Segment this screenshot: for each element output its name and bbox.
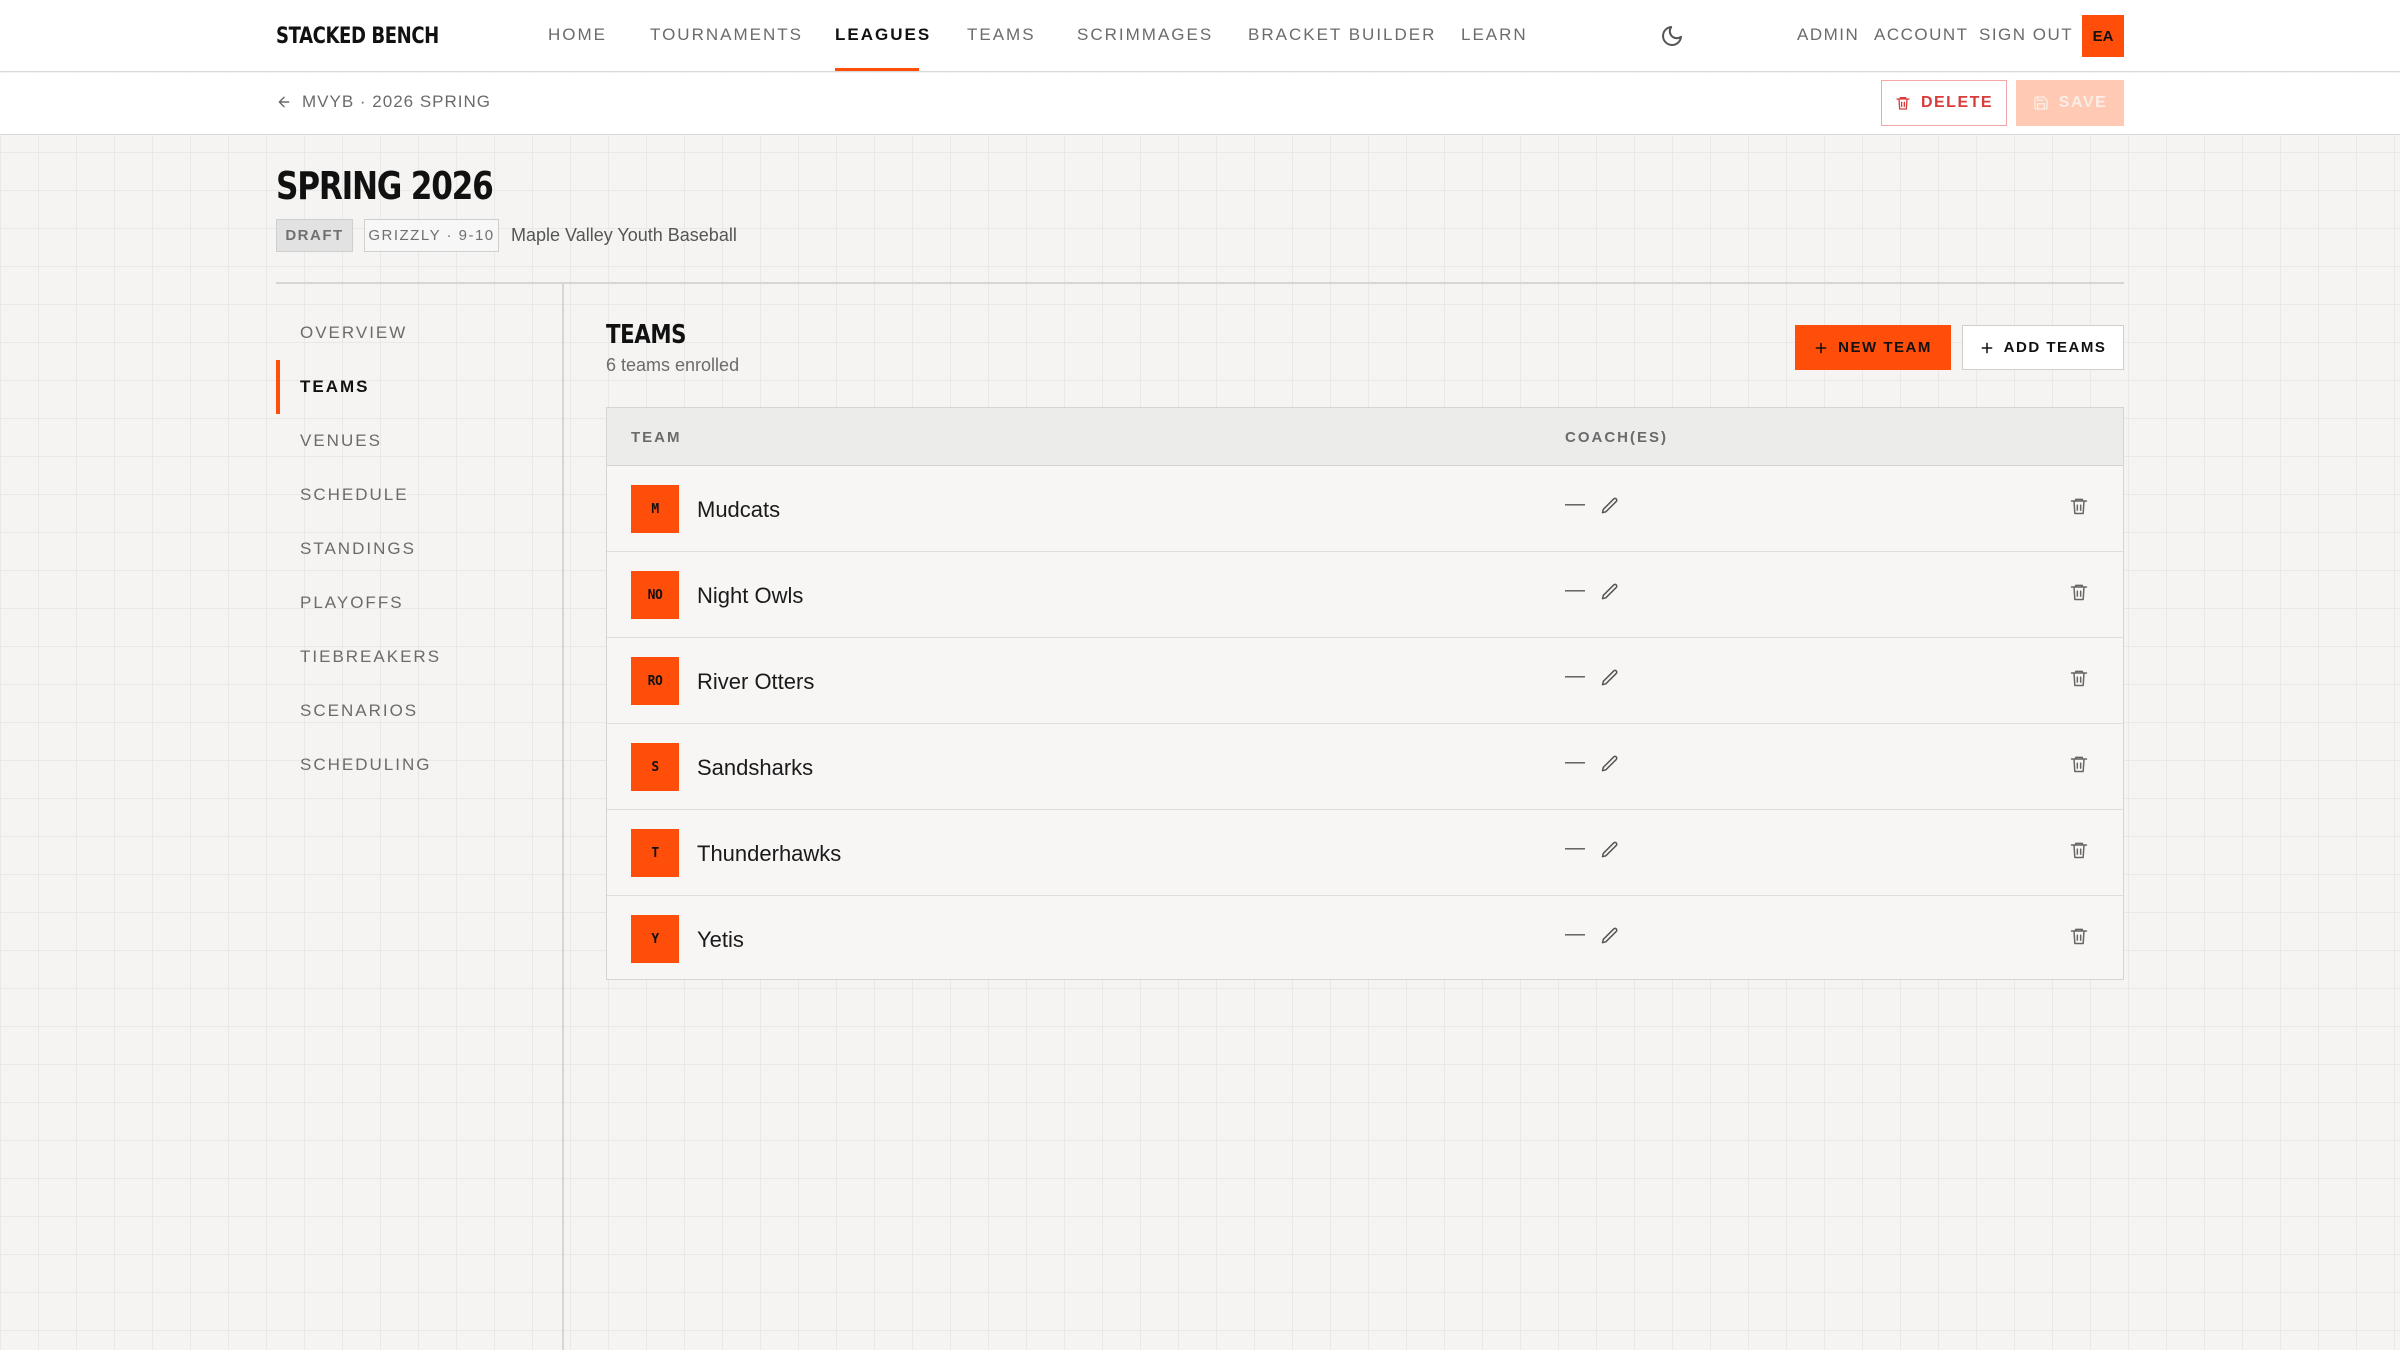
organization-name: Maple Valley Youth Baseball — [511, 225, 737, 245]
trash-icon[interactable] — [2069, 582, 2093, 606]
add-teams-button[interactable]: ADD TEAMS — [1962, 325, 2124, 370]
column-header-team: TEAM — [631, 429, 682, 446]
section-title: TEAMS — [606, 320, 687, 350]
nav-bracket-builder[interactable]: BRACKET BUILDER — [1248, 25, 1436, 45]
add-teams-label: ADD TEAMS — [2003, 339, 2107, 356]
coach-value: — — [1565, 837, 1585, 859]
teams-table: TEAM COACH(ES) M Mudcats — NO Night Owls… — [606, 407, 2124, 980]
delete-label: DELETE — [1920, 94, 1994, 111]
plus-icon — [1980, 341, 1994, 355]
save-icon — [2033, 95, 2049, 111]
table-row: S Sandsharks — — [607, 724, 2123, 810]
nav-leagues[interactable]: LEAGUES — [835, 25, 931, 45]
team-logo: NO — [631, 571, 679, 619]
header-divider — [276, 282, 2124, 284]
trash-icon — [1895, 95, 1911, 111]
sidebar-item-venues[interactable]: VENUES — [276, 414, 556, 468]
coach-value: — — [1565, 665, 1585, 687]
coach-value: — — [1565, 923, 1585, 945]
pencil-icon[interactable] — [1600, 496, 1624, 520]
breadcrumb-label: MVYB · 2026 SPRING — [302, 92, 492, 111]
status-badge: DRAFT — [276, 219, 353, 252]
team-logo: M — [631, 485, 679, 533]
table-row: NO Night Owls — — [607, 552, 2123, 638]
pencil-icon[interactable] — [1600, 668, 1624, 692]
sidebar-item-standings[interactable]: STANDINGS — [276, 522, 556, 576]
sidebar-item-playoffs[interactable]: PLAYOFFS — [276, 576, 556, 630]
sidebar-item-overview[interactable]: OVERVIEW — [276, 306, 556, 360]
team-name[interactable]: Yetis — [697, 927, 744, 953]
sidebar-item-teams[interactable]: TEAMS — [276, 360, 556, 414]
sidebar-item-scenarios[interactable]: SCENARIOS — [276, 684, 556, 738]
coach-value: — — [1565, 493, 1585, 515]
sidebar-divider — [562, 284, 564, 1350]
moon-icon[interactable] — [1660, 24, 1684, 48]
team-logo: T — [631, 829, 679, 877]
table-row: RO River Otters — — [607, 638, 2123, 724]
team-name[interactable]: Night Owls — [697, 583, 803, 609]
sidebar-item-tiebreakers[interactable]: TIEBREAKERS — [276, 630, 556, 684]
breadcrumb[interactable]: MVYB · 2026 SPRING — [276, 92, 491, 112]
save-button[interactable]: SAVE — [2016, 80, 2124, 126]
nav-account[interactable]: ACCOUNT — [1874, 25, 1969, 45]
table-row: M Mudcats — — [607, 466, 2123, 552]
column-header-coaches: COACH(ES) — [1565, 429, 1668, 446]
trash-icon[interactable] — [2069, 496, 2093, 520]
save-label: SAVE — [2058, 94, 2108, 111]
trash-icon[interactable] — [2069, 754, 2093, 778]
team-logo: RO — [631, 657, 679, 705]
table-row: T Thunderhawks — — [607, 810, 2123, 896]
coach-value: — — [1565, 751, 1585, 773]
team-name[interactable]: Mudcats — [697, 497, 780, 523]
brand-logo[interactable]: STACKED BENCH — [276, 24, 439, 49]
nav-teams[interactable]: TEAMS — [967, 25, 1036, 45]
delete-button[interactable]: DELETE — [1881, 80, 2007, 126]
avatar[interactable]: EA — [2082, 15, 2124, 57]
team-name[interactable]: Sandsharks — [697, 755, 813, 781]
coach-value: — — [1565, 579, 1585, 601]
page-title: SPRING 2026 — [276, 164, 494, 208]
table-row: Y Yetis — — [607, 896, 2123, 982]
team-name[interactable]: River Otters — [697, 669, 814, 695]
arrow-left-icon — [276, 94, 292, 110]
division-badge: GRIZZLY · 9-10 — [364, 219, 499, 252]
pencil-icon[interactable] — [1600, 582, 1624, 606]
team-logo: S — [631, 743, 679, 791]
active-nav-indicator — [835, 68, 919, 71]
trash-icon[interactable] — [2069, 668, 2093, 692]
team-name[interactable]: Thunderhawks — [697, 841, 841, 867]
new-team-button[interactable]: NEW TEAM — [1795, 325, 1951, 370]
new-team-label: NEW TEAM — [1838, 339, 1932, 356]
top-navigation: STACKED BENCH HOME TOURNAMENTS LEAGUES T… — [0, 0, 2400, 72]
nav-tournaments[interactable]: TOURNAMENTS — [650, 25, 803, 45]
nav-sign-out[interactable]: SIGN OUT — [1979, 25, 2073, 45]
plus-icon — [1814, 341, 1828, 355]
trash-icon[interactable] — [2069, 926, 2093, 950]
nav-scrimmages[interactable]: SCRIMMAGES — [1077, 25, 1213, 45]
pencil-icon[interactable] — [1600, 926, 1624, 950]
pencil-icon[interactable] — [1600, 754, 1624, 778]
trash-icon[interactable] — [2069, 840, 2093, 864]
nav-admin[interactable]: ADMIN — [1797, 25, 1859, 45]
team-logo: Y — [631, 915, 679, 963]
teams-count: 6 teams enrolled — [606, 355, 740, 375]
nav-home[interactable]: HOME — [548, 25, 607, 45]
table-header: TEAM COACH(ES) — [607, 408, 2123, 466]
pencil-icon[interactable] — [1600, 840, 1624, 864]
nav-learn[interactable]: LEARN — [1461, 25, 1528, 45]
sidebar-item-schedule[interactable]: SCHEDULE — [276, 468, 556, 522]
sidebar-item-scheduling[interactable]: SCHEDULING — [276, 738, 556, 792]
